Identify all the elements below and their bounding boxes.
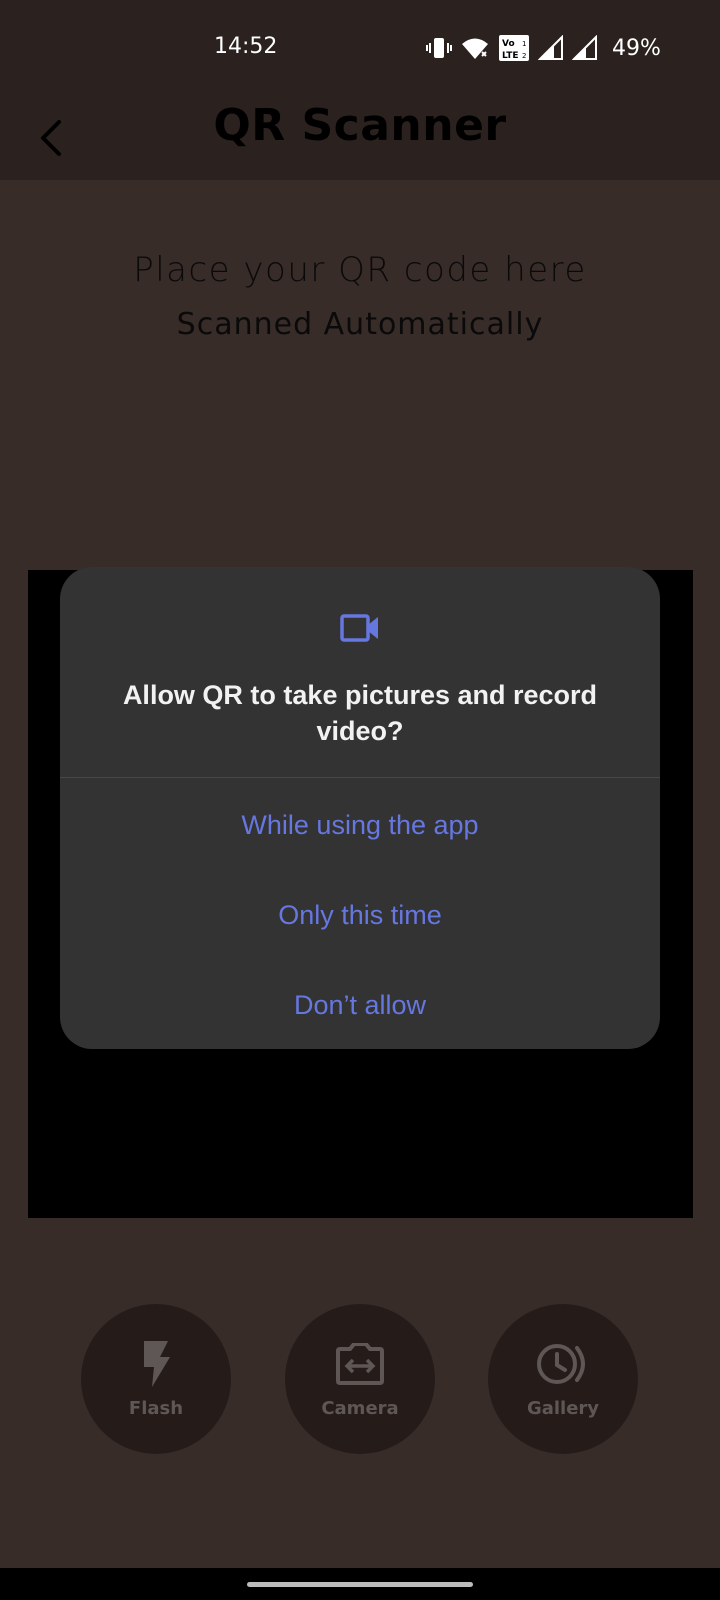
signal-icon <box>572 35 598 61</box>
flash-label: Flash <box>128 1397 184 1419</box>
flash-icon <box>140 1340 172 1388</box>
switch-camera-button[interactable]: Camera <box>285 1304 435 1454</box>
volte-icon: Vo LTE 1 2 <box>498 34 530 62</box>
svg-text:LTE: LTE <box>502 51 519 61</box>
switch-camera-icon <box>336 1340 384 1388</box>
home-gesture-handle[interactable] <box>247 1582 473 1587</box>
videocam-icon <box>340 614 378 642</box>
signal-icon <box>538 35 564 61</box>
vibrate-icon <box>426 35 452 61</box>
status-icons: Vo LTE 1 2 49% <box>426 34 661 62</box>
wifi-icon <box>460 35 490 61</box>
allow-while-using-button[interactable]: While using the app <box>60 785 660 865</box>
status-time: 14:52 <box>214 34 278 59</box>
deny-button[interactable]: Don’t allow <box>60 965 660 1045</box>
gallery-button[interactable]: Gallery <box>488 1304 638 1454</box>
dialog-divider <box>60 777 660 778</box>
page-title: QR Scanner <box>213 100 507 151</box>
dialog-message: Allow QR to take pictures and record vid… <box>122 680 598 746</box>
flash-button[interactable]: Flash <box>81 1304 231 1454</box>
svg-text:2: 2 <box>522 52 526 60</box>
svg-text:1: 1 <box>522 40 526 48</box>
battery-percent: 49% <box>612 35 661 61</box>
camera-label: Camera <box>321 1397 399 1419</box>
gallery-label: Gallery <box>526 1397 600 1419</box>
allow-once-button[interactable]: Only this time <box>60 875 660 955</box>
navigation-bar <box>0 1568 720 1600</box>
scan-hint: Place your QR code here <box>133 250 587 290</box>
scan-subhint: Scanned Automatically <box>176 307 544 342</box>
status-bar: 14:52 Vo LTE 1 2 49% <box>0 0 720 96</box>
permission-dialog: Allow QR to take pictures and record vid… <box>60 567 660 1049</box>
svg-text:Vo: Vo <box>502 39 515 49</box>
gallery-history-icon <box>535 1340 591 1388</box>
